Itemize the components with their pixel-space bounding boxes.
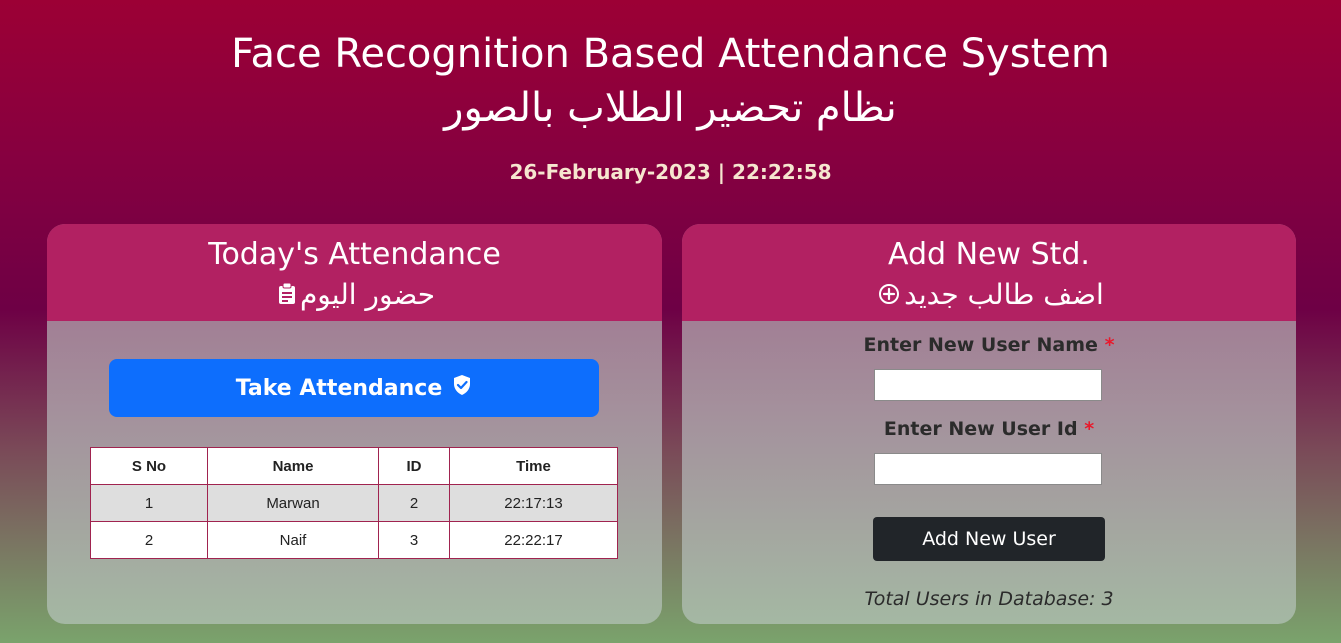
table-header-row: S No Name ID Time [90, 447, 618, 485]
column-header: Name [207, 447, 379, 485]
clipboard-icon [278, 277, 296, 315]
table-row: 2 Naif 3 22:22:17 [90, 521, 618, 559]
attendance-card-title: Today's Attendance [208, 237, 501, 272]
user-name-label-text: Enter New User Name [863, 334, 1098, 356]
page-title: Face Recognition Based Attendance System [231, 31, 1110, 77]
table-cell: 3 [378, 521, 450, 559]
add-user-card-header: Add New Std. اضف طالب جديد [682, 224, 1296, 321]
attendance-card-title-arabic-text: حضور اليوم [299, 278, 436, 311]
user-name-input[interactable] [874, 369, 1102, 401]
required-mark: * [1084, 418, 1095, 440]
user-name-label: Enter New User Name * [682, 334, 1296, 356]
table-cell: 1 [90, 484, 208, 522]
table-cell: Marwan [207, 484, 379, 522]
attendance-card-title-arabic: حضور اليوم [47, 276, 662, 315]
user-id-input[interactable] [874, 453, 1102, 485]
add-user-card-title: Add New Std. [888, 237, 1090, 272]
user-id-label: Enter New User Id * [682, 418, 1296, 440]
table-cell: 2 [378, 484, 450, 522]
add-user-card: Add New Std. اضف طالب جديد Enter New Use… [682, 224, 1296, 624]
table-row: 1 Marwan 2 22:17:13 [90, 484, 618, 522]
attendance-card: Today's Attendance حضور اليوم Take Atten… [47, 224, 662, 624]
column-header: ID [378, 447, 450, 485]
add-user-card-title-arabic-text: اضف طالب جديد [904, 278, 1104, 311]
current-datetime: 26-February-2023 | 22:22:58 [509, 160, 832, 184]
table-cell: 22:22:17 [449, 521, 618, 559]
table-cell: 2 [90, 521, 208, 559]
attendance-card-header: Today's Attendance حضور اليوم [47, 224, 662, 321]
take-attendance-label: Take Attendance [235, 375, 443, 401]
required-mark: * [1104, 334, 1115, 356]
attendance-table: S No Name ID Time 1 Marwan 2 22:17:13 2 … [90, 447, 618, 559]
column-header: S No [90, 447, 208, 485]
add-new-user-button[interactable]: Add New User [873, 517, 1105, 561]
page-title-arabic: نظام تحضير الطلاب بالصور [444, 85, 897, 131]
total-users-text: Total Users in Database: 3 [864, 588, 1114, 610]
shield-check-icon [452, 374, 472, 402]
add-user-card-title-arabic: اضف طالب جديد [682, 276, 1296, 315]
take-attendance-button[interactable]: Take Attendance [109, 359, 599, 417]
user-id-label-text: Enter New User Id [883, 418, 1078, 440]
table-cell: 22:17:13 [449, 484, 618, 522]
table-cell: Naif [207, 521, 379, 559]
column-header: Time [449, 447, 618, 485]
plus-circle-icon [878, 277, 900, 315]
